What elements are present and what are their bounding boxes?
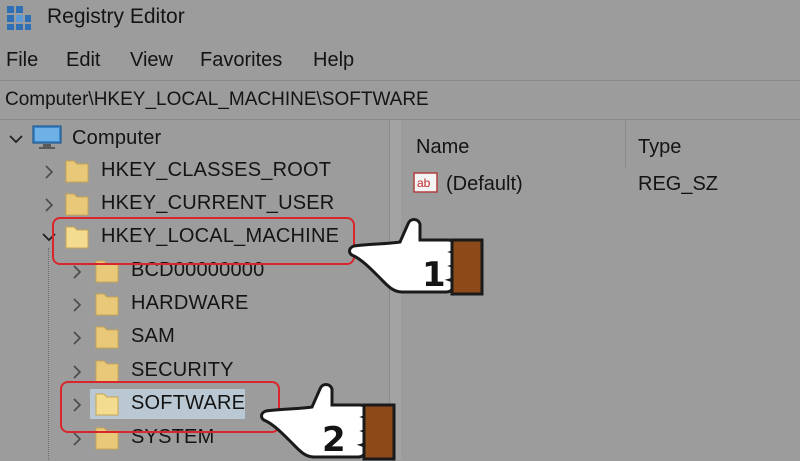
tree-label: HKEY_CLASSES_ROOT bbox=[101, 159, 332, 181]
tree-label: HARDWARE bbox=[131, 292, 249, 314]
value-type: REG_SZ bbox=[638, 173, 719, 195]
address-bar[interactable]: Computer\HKEY_LOCAL_MACHINE\SOFTWARE bbox=[0, 80, 800, 120]
pointing-hand-icon: 1 bbox=[348, 218, 484, 296]
tree-label: HKEY_CURRENT_USER bbox=[101, 192, 335, 214]
menu-favorites[interactable]: Favorites bbox=[200, 49, 282, 72]
address-path[interactable]: Computer\HKEY_LOCAL_MACHINE\SOFTWARE bbox=[5, 89, 429, 111]
tree-label-computer: Computer bbox=[72, 127, 162, 149]
tree-label: SAM bbox=[131, 325, 175, 347]
tree-item-hardware[interactable]: HARDWARE bbox=[0, 289, 389, 319]
column-header-type[interactable]: Type bbox=[638, 136, 681, 159]
menu-file[interactable]: File bbox=[6, 49, 38, 72]
tree-item-hkey-classes-root[interactable]: HKEY_CLASSES_ROOT bbox=[0, 156, 389, 186]
chevron-right-icon[interactable] bbox=[70, 331, 84, 345]
folder-icon bbox=[95, 326, 119, 349]
tree-item-computer[interactable]: Computer bbox=[0, 123, 389, 153]
chevron-right-icon[interactable] bbox=[70, 265, 84, 279]
annotation-number: 1 bbox=[422, 255, 446, 295]
pointing-hand-icon: 2 bbox=[260, 383, 396, 461]
folder-icon bbox=[65, 193, 89, 216]
tree-item-hkey-current-user[interactable]: HKEY_CURRENT_USER bbox=[0, 189, 389, 219]
registry-icon bbox=[7, 6, 31, 30]
chevron-right-icon[interactable] bbox=[42, 165, 56, 179]
folder-icon bbox=[65, 160, 89, 183]
tree-label: SECURITY bbox=[131, 359, 234, 381]
column-header-name[interactable]: Name bbox=[416, 136, 469, 159]
chevron-right-icon[interactable] bbox=[70, 432, 84, 446]
chevron-right-icon[interactable] bbox=[42, 198, 56, 212]
menu-view[interactable]: View bbox=[130, 49, 173, 72]
callout-software bbox=[60, 381, 280, 433]
callout-hkey-local-machine bbox=[52, 217, 355, 265]
menu-help[interactable]: Help bbox=[313, 49, 354, 72]
tree-item-sam[interactable]: SAM bbox=[0, 322, 389, 352]
annotation-number: 2 bbox=[322, 420, 346, 460]
folder-icon bbox=[95, 360, 119, 383]
value-name: (Default) bbox=[446, 173, 523, 195]
menu-edit[interactable]: Edit bbox=[66, 49, 100, 72]
folder-icon bbox=[95, 293, 119, 316]
value-row[interactable]: ab (Default) REG_SZ bbox=[401, 170, 800, 200]
computer-icon bbox=[32, 125, 62, 149]
svg-text:ab: ab bbox=[417, 176, 431, 190]
menu-bar: File Edit View Favorites Help bbox=[0, 44, 800, 76]
chevron-right-icon[interactable] bbox=[70, 365, 84, 379]
window-title: Registry Editor bbox=[47, 5, 185, 28]
chevron-right-icon[interactable] bbox=[70, 298, 84, 312]
string-value-icon: ab bbox=[413, 172, 438, 193]
chevron-down-icon[interactable] bbox=[9, 132, 23, 146]
column-divider[interactable] bbox=[625, 120, 626, 168]
title-bar: Registry Editor bbox=[0, 0, 800, 38]
